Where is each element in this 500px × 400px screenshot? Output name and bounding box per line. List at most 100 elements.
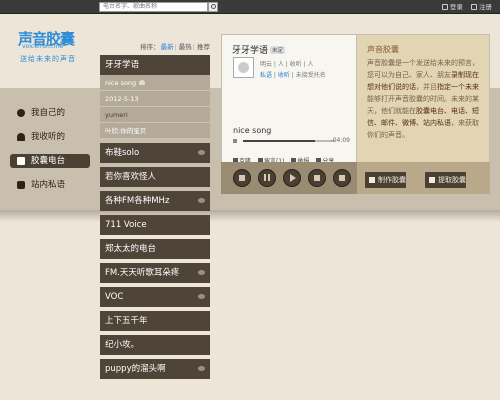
desc-part: 指定一个未来 bbox=[437, 83, 479, 91]
station-item[interactable]: 郑太太的电台 bbox=[100, 239, 210, 259]
station-name: puppy的溜头啊 bbox=[105, 364, 166, 374]
song-title: nice song bbox=[233, 126, 272, 135]
capsule-info-description: 声音胶囊是一个发送给未来的预言，您可以为自己、家人、朋友录制现在想对他们说的话，… bbox=[367, 57, 482, 141]
mute-button[interactable] bbox=[333, 169, 351, 187]
eye-icon bbox=[198, 270, 205, 275]
search-icon bbox=[211, 4, 216, 9]
station-name: 布鞋solo bbox=[105, 148, 140, 158]
account-links: 登录 注册 bbox=[436, 2, 492, 12]
band-shadow bbox=[0, 210, 500, 222]
eye-icon bbox=[198, 198, 205, 203]
time-remaining: -04:09 bbox=[330, 137, 350, 144]
station-date: 2012-5-13 bbox=[100, 91, 210, 107]
sidebar-item-label: 我自己的 bbox=[31, 108, 66, 118]
desc-part: ，并且 bbox=[416, 83, 437, 91]
sidebar-item-label: 胶囊电台 bbox=[31, 156, 66, 166]
login-label: 登录 bbox=[449, 3, 463, 11]
login-icon bbox=[441, 4, 448, 10]
capsule-actions: 制作胶囊 提取胶囊 bbox=[357, 162, 490, 194]
station-name: FM.天天听歌耳朵疼 bbox=[105, 268, 180, 278]
brand-logo[interactable]: 声音胶囊 voicefrom.me 送给未来的声音 bbox=[18, 28, 88, 66]
eye-icon bbox=[198, 150, 205, 155]
station-name: 各种FM各种MHz bbox=[105, 196, 170, 206]
station-song-label: nice song bbox=[105, 79, 137, 87]
progress-bar[interactable] bbox=[243, 140, 335, 142]
sort-option-hottest[interactable]: 最热 bbox=[179, 43, 192, 51]
station-name: 纪小攻。 bbox=[105, 340, 140, 350]
search-button[interactable] bbox=[208, 2, 218, 12]
avatar-placeholder-icon bbox=[238, 62, 249, 73]
search-input[interactable]: 电台名字、歌曲名称 bbox=[99, 2, 208, 12]
station-item[interactable]: 上下五千年 bbox=[100, 311, 210, 331]
station-item[interactable]: VOC bbox=[100, 287, 210, 307]
station-item-selected[interactable]: 牙牙学语 bbox=[100, 55, 210, 75]
eye-icon bbox=[198, 294, 205, 299]
title-badge: 未定 bbox=[270, 46, 286, 54]
like-button[interactable] bbox=[308, 169, 326, 187]
sidebar-item-capsule-radio[interactable]: 胶囊电台 bbox=[10, 154, 90, 168]
stop-icon bbox=[239, 175, 245, 181]
register-label: 注册 bbox=[479, 3, 492, 11]
station-stats: 明云 | 人 | 收听 | 人 bbox=[260, 61, 314, 68]
sidebar-item-following[interactable]: 我收听的 bbox=[10, 130, 90, 144]
sort-separator: | bbox=[174, 43, 177, 51]
extract-capsule-label: 提取胶囊 bbox=[438, 176, 466, 184]
station-item[interactable]: 布鞋solo bbox=[100, 143, 210, 163]
player-controls bbox=[221, 162, 357, 194]
stop-button[interactable] bbox=[233, 169, 251, 187]
station-name: 牙牙学语 bbox=[105, 60, 140, 70]
private-message-link[interactable]: 私语 bbox=[260, 72, 272, 79]
station-song[interactable]: nice song bbox=[100, 75, 210, 91]
register-link[interactable]: 注册 bbox=[471, 3, 492, 11]
station-user[interactable]: yumeri bbox=[100, 107, 210, 123]
avatar[interactable] bbox=[233, 57, 254, 78]
station-item[interactable]: puppy的溜头啊 bbox=[100, 359, 210, 379]
sidebar-item-label: 站内私语 bbox=[31, 180, 66, 190]
player-title-text: 牙牙学语 bbox=[232, 46, 269, 56]
station-item[interactable]: FM.天天听歌耳朵疼 bbox=[100, 263, 210, 283]
make-capsule-label: 制作胶囊 bbox=[378, 176, 406, 184]
heart-icon bbox=[17, 133, 25, 141]
station-links: 私语 | 收听 | 未接受托名 bbox=[260, 72, 326, 79]
pause-button[interactable] bbox=[258, 169, 276, 187]
extract-capsule-button[interactable]: 提取胶囊 bbox=[425, 172, 466, 188]
play-icon bbox=[290, 174, 296, 182]
register-icon bbox=[471, 4, 477, 10]
station-name: 711 Voice bbox=[105, 220, 147, 230]
sort-separator: | bbox=[192, 43, 195, 51]
station-item[interactable]: 711 Voice bbox=[100, 215, 210, 235]
sidebar-nav: 我自己的 我收听的 胶囊电台 站内私语 bbox=[10, 106, 90, 202]
progress-fill bbox=[243, 140, 315, 142]
login-link[interactable]: 登录 bbox=[441, 3, 463, 11]
station-note: 叶欣:你的宝贝 bbox=[100, 123, 210, 139]
make-capsule-button[interactable]: 制作胶囊 bbox=[365, 172, 406, 188]
play-button[interactable] bbox=[283, 169, 301, 187]
record-icon bbox=[369, 177, 375, 183]
station-detail: nice song 2012-5-13 yumeri 叶欣:你的宝贝 bbox=[100, 75, 210, 139]
sort-option-newest[interactable]: 最新 bbox=[161, 43, 174, 51]
sort-option-recommended[interactable]: 推荐 bbox=[197, 43, 210, 51]
station-item[interactable]: 纪小攻。 bbox=[100, 335, 210, 355]
unfollow-status: 未接受托名 bbox=[295, 72, 326, 79]
top-bar: 电台名字、歌曲名称 登录 注册 bbox=[0, 0, 500, 14]
like-icon bbox=[314, 175, 320, 181]
pause-icon bbox=[264, 174, 270, 181]
tv-icon bbox=[17, 157, 25, 165]
sidebar-item-mine[interactable]: 我自己的 bbox=[10, 106, 90, 120]
sidebar-item-private-messages[interactable]: 站内私语 bbox=[10, 178, 90, 192]
station-item[interactable]: 各种FM各种MHz bbox=[100, 191, 210, 211]
follow-link[interactable]: 收听 bbox=[278, 72, 290, 79]
home-icon bbox=[17, 109, 25, 117]
station-name: VOC bbox=[105, 292, 124, 302]
tagline: 送给未来的声音 bbox=[20, 55, 76, 63]
station-name: 郑太太的电台 bbox=[105, 244, 157, 254]
station-item[interactable]: 若你喜欢怪人 bbox=[100, 167, 210, 187]
mail-icon bbox=[17, 181, 25, 189]
eye-icon bbox=[198, 366, 205, 371]
station-list: 牙牙学语 nice song 2012-5-13 yumeri 叶欣:你的宝贝 … bbox=[100, 55, 210, 383]
like-icon bbox=[139, 80, 146, 85]
speaker-icon bbox=[339, 175, 345, 181]
volume-icon[interactable] bbox=[233, 138, 241, 144]
capsule-info-title: 声音胶囊 bbox=[367, 45, 399, 54]
sort-bar: 排序：最新| 最热| 推荐 bbox=[128, 41, 210, 51]
